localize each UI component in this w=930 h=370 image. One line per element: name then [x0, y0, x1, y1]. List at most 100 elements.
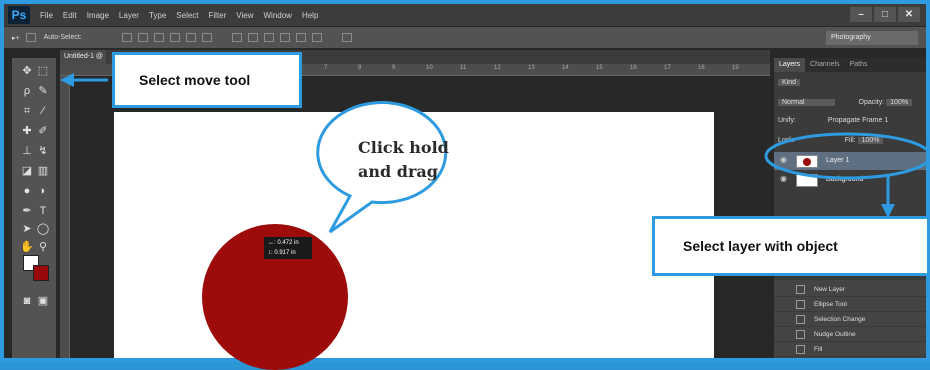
close-button[interactable]: ✕ [898, 7, 920, 22]
history-item[interactable]: New Layer [774, 282, 926, 297]
maximize-button[interactable]: □ [874, 7, 896, 22]
tools-panel: ✥ ⬚ ρ ✎ ⌗ ⁄ ✚ ✐ ⊥ ↯ ◪ ▥ ● ◗ ✒ T ➤ ◯ ✋ ⚲ … [12, 58, 56, 358]
layer-name: Background [826, 176, 864, 183]
align-top-icon[interactable] [121, 33, 132, 42]
ruler-tick-label: 19 [732, 65, 739, 71]
align-center-icon[interactable] [185, 33, 196, 42]
menu-file[interactable]: File [40, 11, 53, 20]
tab-channels[interactable]: Channels [805, 58, 845, 72]
crop-tool-icon[interactable]: ⌗ [20, 104, 34, 118]
speech-bubble-text: Click hold and drag [358, 136, 478, 184]
distribute-left-icon[interactable] [279, 33, 290, 42]
ruler-tick-label: 14 [562, 65, 569, 71]
layer-thumbnail [796, 155, 818, 168]
dodge-tool-icon[interactable]: ◗ [36, 184, 50, 198]
screen-mode-icon[interactable]: ▣ [36, 294, 50, 308]
align-right-icon[interactable] [201, 33, 212, 42]
auto-align-icon[interactable] [341, 33, 352, 42]
menu-filter[interactable]: Filter [209, 11, 227, 20]
distribute-bottom-icon[interactable] [263, 33, 274, 42]
propagate-checkbox-label[interactable]: Propagate Frame 1 [828, 117, 888, 124]
document-tab[interactable]: Untitled-1 @ [60, 50, 106, 64]
quick-select-tool-icon[interactable]: ✎ [36, 84, 50, 98]
menu-select[interactable]: Select [176, 11, 198, 20]
path-select-icon[interactable]: ➤ [20, 222, 34, 236]
gradient-tool-icon[interactable]: ▥ [36, 164, 50, 178]
vertical-ruler [60, 76, 70, 358]
eraser-tool-icon[interactable]: ◪ [20, 164, 34, 178]
hand-tool-icon[interactable]: ✋ [20, 240, 34, 254]
brush-tool-icon[interactable]: ✐ [36, 124, 50, 138]
history-brush-icon[interactable]: ↯ [36, 144, 50, 158]
callout-select-layer: Select layer with object [652, 216, 930, 276]
lasso-tool-icon[interactable]: ρ [20, 84, 34, 98]
zoom-tool-icon[interactable]: ⚲ [36, 240, 50, 254]
align-left-icon[interactable] [169, 33, 180, 42]
layer-row-background[interactable]: ◉ Background [774, 171, 926, 189]
menu-window[interactable]: Window [264, 11, 292, 20]
blend-mode-select[interactable]: Normal [778, 99, 835, 106]
screenshot-frame: Ps File Edit Image Layer Type Select Fil… [0, 0, 930, 370]
fill-label: Fill: [844, 137, 856, 144]
ruler-tick-label: 10 [426, 65, 433, 71]
menu-view[interactable]: View [236, 11, 253, 20]
history-item[interactable]: Fill [774, 342, 926, 357]
ruler-tick-label: 7 [324, 65, 328, 71]
layers-panel: Layers Channels Paths Kind Normal Opacit… [774, 58, 926, 358]
move-tool-icon[interactable]: ✥ [20, 64, 34, 78]
align-bottom-icon[interactable] [153, 33, 164, 42]
menu-layer[interactable]: Layer [119, 11, 139, 20]
history-step-icon [796, 330, 805, 339]
tab-paths[interactable]: Paths [845, 58, 873, 72]
callout-move-tool: Select move tool [112, 52, 302, 108]
eye-icon[interactable]: ◉ [780, 174, 790, 184]
ruler-tick-label: 9 [392, 65, 396, 71]
history-item[interactable]: Selection Change [774, 312, 926, 327]
distribute-middle-icon[interactable] [247, 33, 258, 42]
workspace-select[interactable]: Photography [826, 31, 918, 45]
history-item[interactable]: Nudge Outline [774, 327, 926, 342]
photoshop-logo: Ps [8, 6, 30, 24]
filter-kind-select[interactable]: Kind [778, 79, 801, 86]
distribute-center-icon[interactable] [295, 33, 306, 42]
move-tool-options-icon[interactable]: ▸+ [12, 34, 20, 42]
eyedropper-tool-icon[interactable]: ⁄ [36, 104, 50, 118]
type-tool-icon[interactable]: T [36, 204, 50, 218]
distribute-top-icon[interactable] [231, 33, 242, 42]
layer-row-layer1[interactable]: ◉ Layer 1 [774, 152, 926, 170]
align-middle-icon[interactable] [137, 33, 148, 42]
fill-input[interactable]: 100% [857, 137, 884, 144]
background-color-swatch[interactable] [33, 265, 49, 281]
history-item-label: Fill [814, 346, 823, 353]
auto-select-checkbox[interactable] [25, 33, 36, 42]
marquee-tool-icon[interactable]: ⬚ [36, 64, 50, 78]
history-item[interactable]: Ellipse Tool [774, 297, 926, 312]
ruler-tick-label: 11 [460, 65, 467, 71]
menu-edit[interactable]: Edit [63, 11, 77, 20]
ruler-tick-label: 12 [494, 65, 501, 71]
distribute-right-icon[interactable] [311, 33, 322, 42]
healing-brush-icon[interactable]: ✚ [20, 124, 34, 138]
lock-label: Lock: [778, 137, 795, 144]
history-step-icon [796, 300, 805, 309]
shape-tool-icon[interactable]: ◯ [36, 222, 50, 236]
move-info-tooltip: ↔: 0.472 in ↕: 0.917 in [264, 237, 312, 259]
menu-image[interactable]: Image [87, 11, 109, 20]
menu-type[interactable]: Type [149, 11, 166, 20]
minimize-button[interactable]: – [850, 7, 872, 22]
info-tip-x: ↔: 0.472 in [268, 240, 299, 246]
window-controls: – □ ✕ [850, 7, 920, 22]
bubble-line2: and drag [358, 162, 438, 181]
quick-mask-icon[interactable]: ◙ [20, 294, 34, 308]
blur-tool-icon[interactable]: ● [20, 184, 34, 198]
eye-icon[interactable]: ◉ [780, 155, 790, 165]
opacity-input[interactable]: 100% [886, 99, 913, 106]
opacity-label: Opacity: [858, 99, 885, 106]
pen-tool-icon[interactable]: ✒ [20, 204, 34, 218]
clone-stamp-icon[interactable]: ⊥ [20, 144, 34, 158]
blend-row: Normal Opacity: 100% [778, 96, 913, 110]
tab-layers[interactable]: Layers [774, 58, 806, 72]
menu-help[interactable]: Help [302, 11, 318, 20]
layer-filter-row: Kind [778, 76, 801, 90]
history-item-label: Selection Change [814, 316, 866, 323]
